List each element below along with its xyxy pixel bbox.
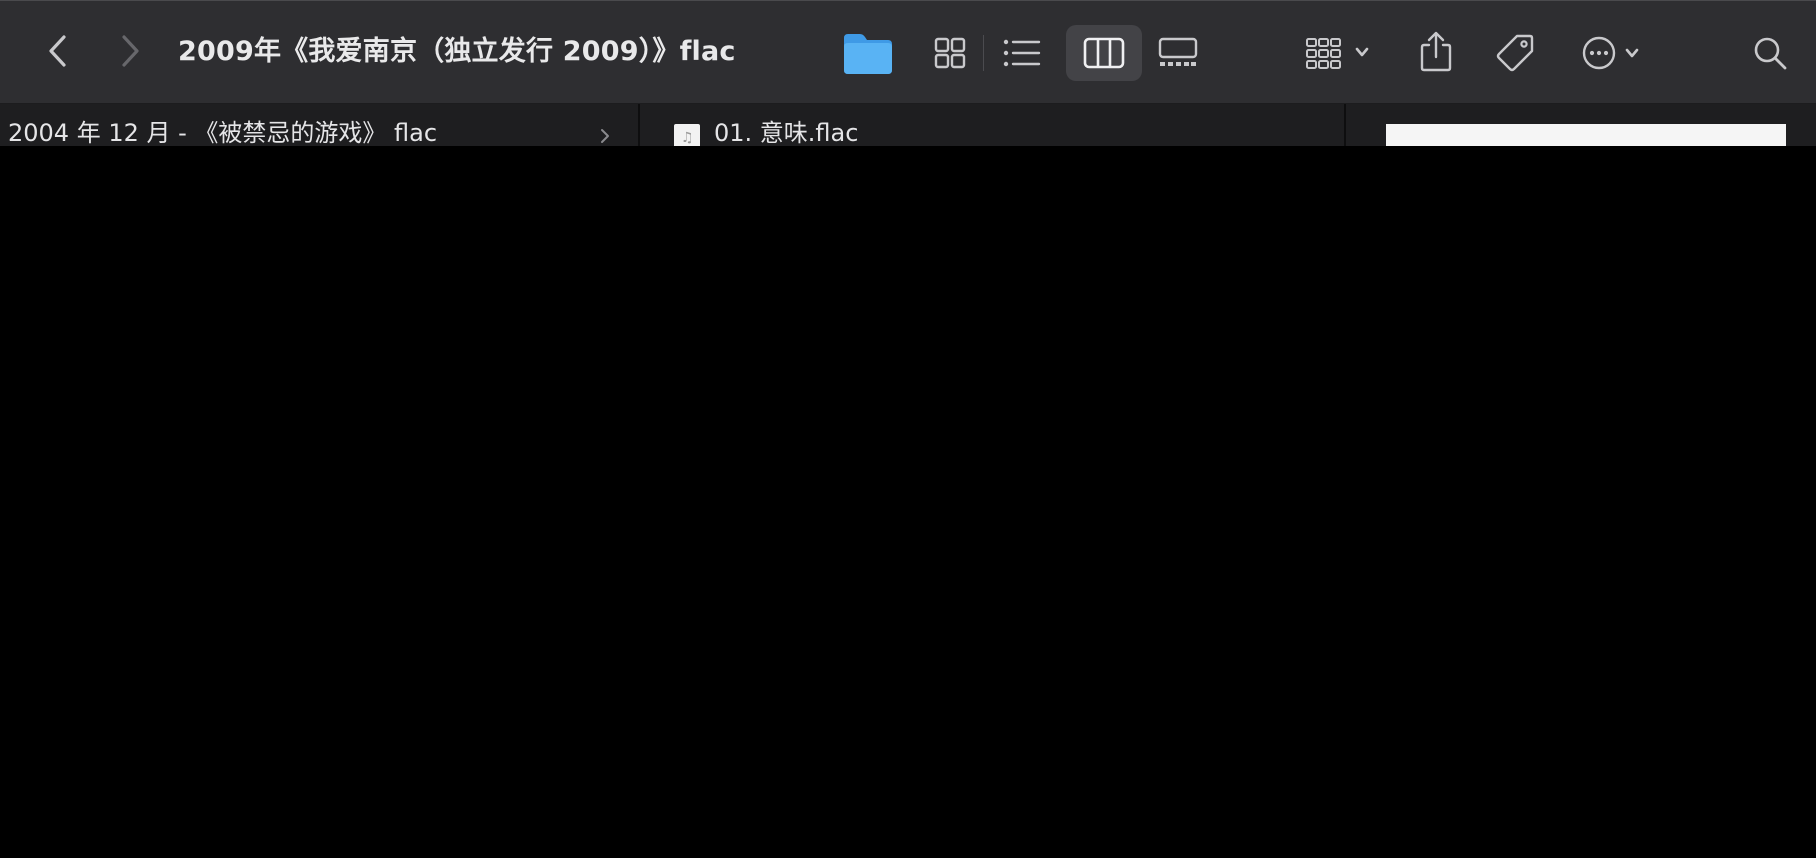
chevron-left-icon [49, 35, 66, 67]
column-1: 2004 年 12 月 - 《被禁忌的游戏》 flac [0, 104, 638, 146]
folder-row[interactable]: 2004 年 12 月 - 《被禁忌的游戏》 flac [0, 118, 638, 146]
icon-view-button[interactable] [926, 31, 974, 75]
group-by-button[interactable] [1300, 31, 1382, 75]
chevron-right-icon [122, 35, 139, 67]
columns-icon [1083, 37, 1125, 69]
column-2: ♫ 01. 意味.flac [640, 104, 1344, 146]
folder-name: 2004 年 12 月 - 《被禁忌的游戏》 flac [8, 119, 438, 146]
gallery-view-button[interactable] [1154, 31, 1202, 75]
share-icon [1420, 31, 1452, 72]
folder-icon [844, 34, 892, 74]
preview-column [1346, 104, 1816, 146]
back-button[interactable] [38, 29, 78, 73]
folder-proxy-icon[interactable] [838, 27, 898, 79]
ellipsis-circle-icon [1582, 36, 1639, 70]
list-icon [1003, 39, 1041, 67]
file-preview-thumbnail [1386, 124, 1786, 146]
audio-file-icon: ♫ [674, 124, 700, 146]
toolbar-separator [983, 35, 984, 71]
disclosure-chevron-icon [601, 129, 609, 143]
action-menu-button[interactable] [1576, 31, 1652, 75]
window-title: 2009年《我爱南京（独立发行 2009）》flac [178, 36, 736, 67]
search-icon [1754, 37, 1787, 70]
list-view-button[interactable] [998, 31, 1046, 75]
grid-icon [934, 37, 966, 69]
tag-icon [1496, 34, 1534, 72]
group-by-icon [1306, 38, 1369, 69]
toolbar: 2009年《我爱南京（独立发行 2009）》flac [0, 0, 1816, 104]
column-browser: 2004 年 12 月 - 《被禁忌的游戏》 flac ♫ 01. 意味.fla… [0, 104, 1816, 146]
tag-button[interactable] [1490, 29, 1540, 77]
forward-button[interactable] [110, 29, 150, 73]
gallery-icon [1158, 37, 1198, 66]
finder-window: 2009年《我爱南京（独立发行 2009）》flac 2004 年 12 月 -… [0, 0, 1816, 146]
search-button[interactable] [1748, 31, 1792, 75]
share-button[interactable] [1412, 27, 1460, 77]
file-name[interactable]: 01. 意味.flac [714, 118, 858, 146]
column-view-button[interactable] [1066, 25, 1142, 81]
